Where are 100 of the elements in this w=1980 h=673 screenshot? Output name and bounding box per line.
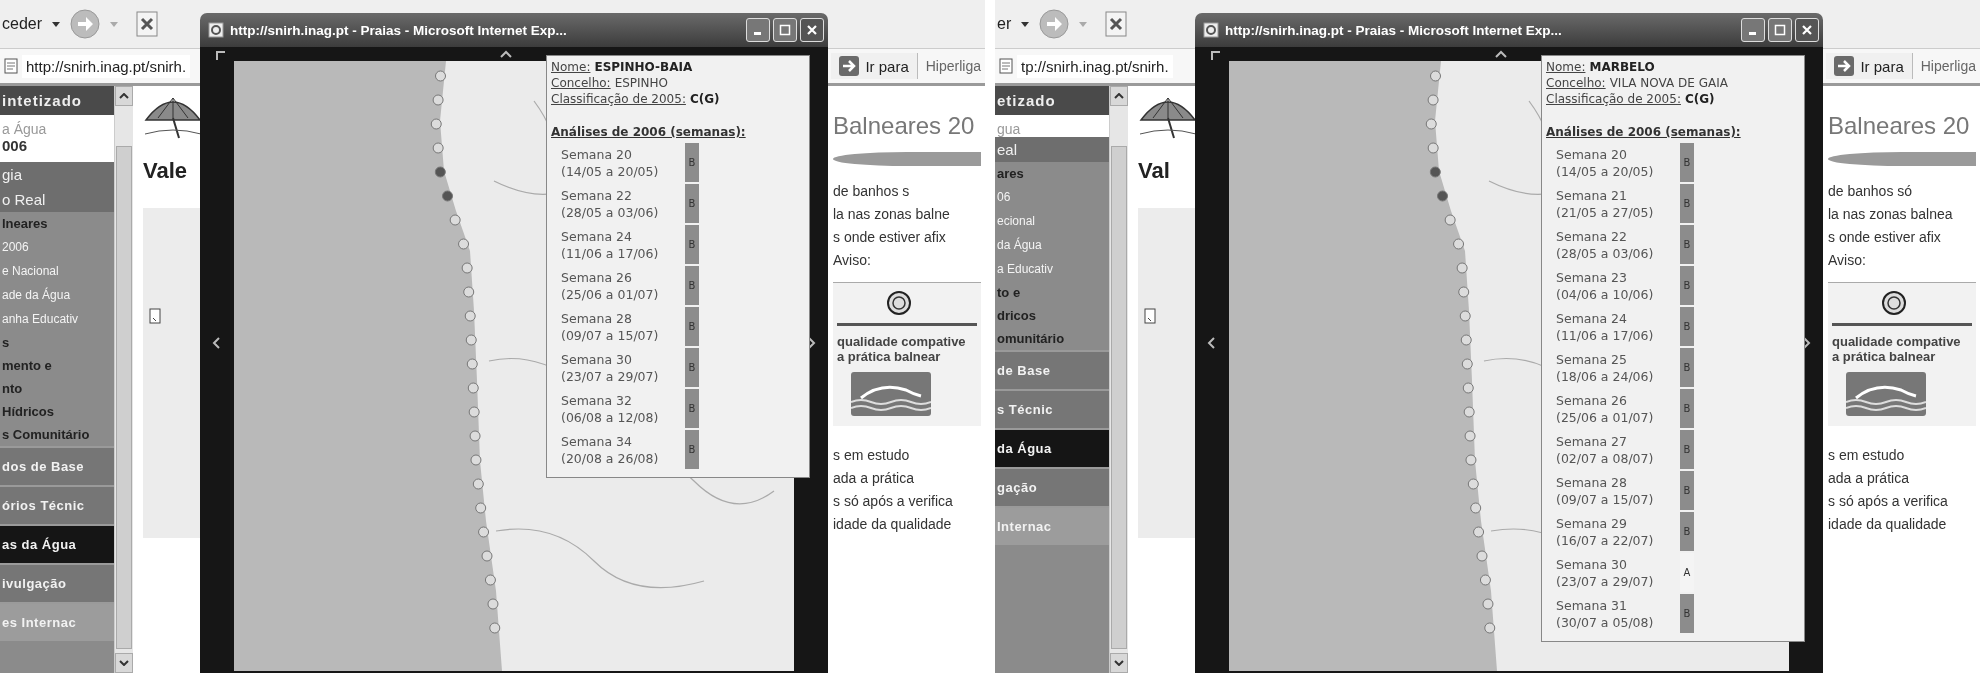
scrollbar[interactable] (1109, 86, 1128, 673)
window-title: http://snirh.inag.pt - Praias - Microsoft Internet Exp... (230, 22, 568, 38)
caret-up-icon[interactable] (1114, 93, 1124, 99)
menu-heading[interactable]: dricos (995, 304, 1109, 327)
field-value: MARBELO (1589, 59, 1655, 75)
menu-link[interactable]: anha Educativ (0, 307, 114, 331)
scroll-up-button[interactable] (1110, 86, 1128, 106)
forward-icon[interactable] (70, 9, 101, 39)
arrow-icon[interactable] (839, 56, 860, 76)
paragraph-line: idade da qualidade (1828, 515, 1948, 534)
grade-cell: B (685, 430, 699, 469)
menu-link[interactable]: a Educativ (995, 257, 1109, 281)
maximize-icon[interactable] (1773, 23, 1787, 37)
week-dates: (20/08 a 26/08) (561, 450, 660, 467)
menu-heading[interactable]: Hídricos (0, 400, 114, 423)
paragraph-line: de banhos só (1828, 182, 1914, 201)
menu-link[interactable]: 2006 (0, 235, 114, 259)
page-heading: Vale (143, 158, 189, 184)
field-value: VILA NOVA DE GAIA (1609, 75, 1728, 91)
week-label: Semana 20 (561, 146, 633, 163)
pan-left-icon[interactable] (1207, 337, 1215, 349)
menu-section[interactable]: es Internac (0, 602, 114, 641)
maximize-button[interactable] (773, 18, 797, 42)
corner-icon[interactable] (1211, 51, 1221, 61)
maximize-button[interactable] (1768, 18, 1792, 42)
week-dates: (25/06 a 01/07) (1556, 409, 1655, 426)
grade-cell: B (1680, 143, 1694, 182)
go-button[interactable]: Ir para (1826, 53, 1913, 79)
menu-heading[interactable]: nto (0, 377, 114, 400)
scroll-thumb[interactable] (116, 146, 132, 649)
pan-up-icon[interactable] (500, 50, 512, 58)
menu-heading[interactable]: lneares (0, 212, 114, 235)
menu-section[interactable]: ivulgação (0, 563, 114, 602)
menu-heading[interactable]: omunitário (995, 327, 1109, 350)
poster-headline: qualidade compative (837, 334, 966, 349)
paragraph-line: la nas zonas balne (833, 205, 951, 224)
close-icon[interactable] (1800, 23, 1814, 37)
menu-section[interactable]: Internac (995, 506, 1109, 545)
week-dates: (30/07 a 05/08) (1556, 614, 1655, 631)
scroll-up-button[interactable] (115, 86, 133, 106)
minimize-button[interactable] (746, 18, 770, 42)
go-button[interactable]: Ir para (831, 53, 918, 79)
week-label: Semana 27 (1556, 433, 1628, 450)
links-label[interactable]: Hiperliga (1912, 58, 1980, 74)
menu-section[interactable]: órios Técnic (0, 485, 114, 524)
logo-caption: a Água (0, 115, 114, 137)
menu-section[interactable]: da Água (995, 428, 1109, 467)
close-button[interactable] (800, 18, 824, 42)
week-label: Semana 25 (1556, 351, 1628, 368)
paragraph-line: de banhos s (833, 182, 911, 201)
minimize-button[interactable] (1741, 18, 1765, 42)
scroll-down-button[interactable] (115, 653, 133, 673)
scroll-down-button[interactable] (1110, 653, 1128, 673)
menu-link[interactable]: ecional (995, 209, 1109, 233)
menu-link[interactable]: 06 (995, 185, 1109, 209)
scrollbar[interactable] (114, 86, 133, 673)
sidebar-title: etizado (995, 86, 1109, 115)
menu-heading[interactable]: s Comunitário (0, 423, 114, 446)
back-label[interactable]: er (997, 15, 1012, 33)
menu-section[interactable]: de Base (995, 350, 1109, 389)
close-button[interactable] (1795, 18, 1819, 42)
field-value: C(G) (689, 91, 720, 107)
menu-link[interactable]: ade da Água (0, 283, 114, 307)
menu-section[interactable]: as da Água (0, 524, 114, 563)
menu-section[interactable]: dos de Base (0, 446, 114, 485)
caret-icon[interactable] (1021, 21, 1030, 27)
menu-heading[interactable]: to e (995, 281, 1109, 304)
caret-down-icon[interactable] (119, 660, 129, 666)
week-label: Semana 23 (1556, 269, 1628, 286)
address-field[interactable]: http://snirh.inag.pt/snirh. (22, 54, 191, 78)
grade-cell: B (1680, 348, 1694, 387)
forward-icon[interactable] (1039, 9, 1070, 39)
menu-link[interactable]: e Nacional (0, 259, 114, 283)
links-label[interactable]: Hiperliga (917, 58, 985, 74)
week-dates: (09/07 a 15/07) (561, 327, 660, 344)
address-field[interactable]: tp://snirh.inag.pt/snirh. (1017, 54, 1173, 78)
back-label[interactable]: ceder (2, 15, 43, 33)
week-label: Semana 34 (561, 433, 633, 450)
caret-down-icon[interactable] (1114, 660, 1124, 666)
caret-up-icon[interactable] (119, 93, 129, 99)
paragraph-line: s em estudo (1828, 446, 1906, 465)
pan-up-icon[interactable] (1495, 50, 1507, 58)
stop-icon[interactable] (136, 11, 159, 37)
menu-heading[interactable]: ares (995, 162, 1109, 185)
week-dates: (18/06 a 24/06) (1556, 368, 1655, 385)
grade-cell: B (1680, 430, 1694, 469)
menu-heading[interactable]: mento e (0, 354, 114, 377)
maximize-icon[interactable] (778, 23, 792, 37)
corner-icon[interactable] (216, 51, 226, 61)
arrow-icon[interactable] (1834, 56, 1855, 76)
menu-link[interactable]: da Água (995, 233, 1109, 257)
caret-icon[interactable] (52, 21, 61, 27)
close-icon[interactable] (805, 23, 819, 37)
stop-icon[interactable] (1105, 11, 1128, 37)
menu-heading[interactable]: s (0, 331, 114, 354)
scroll-thumb[interactable] (1111, 146, 1127, 649)
week-dates: (06/08 a 12/08) (561, 409, 660, 426)
menu-section[interactable]: gação (995, 467, 1109, 506)
menu-section[interactable]: s Técnic (995, 389, 1109, 428)
pan-left-icon[interactable] (212, 337, 220, 349)
